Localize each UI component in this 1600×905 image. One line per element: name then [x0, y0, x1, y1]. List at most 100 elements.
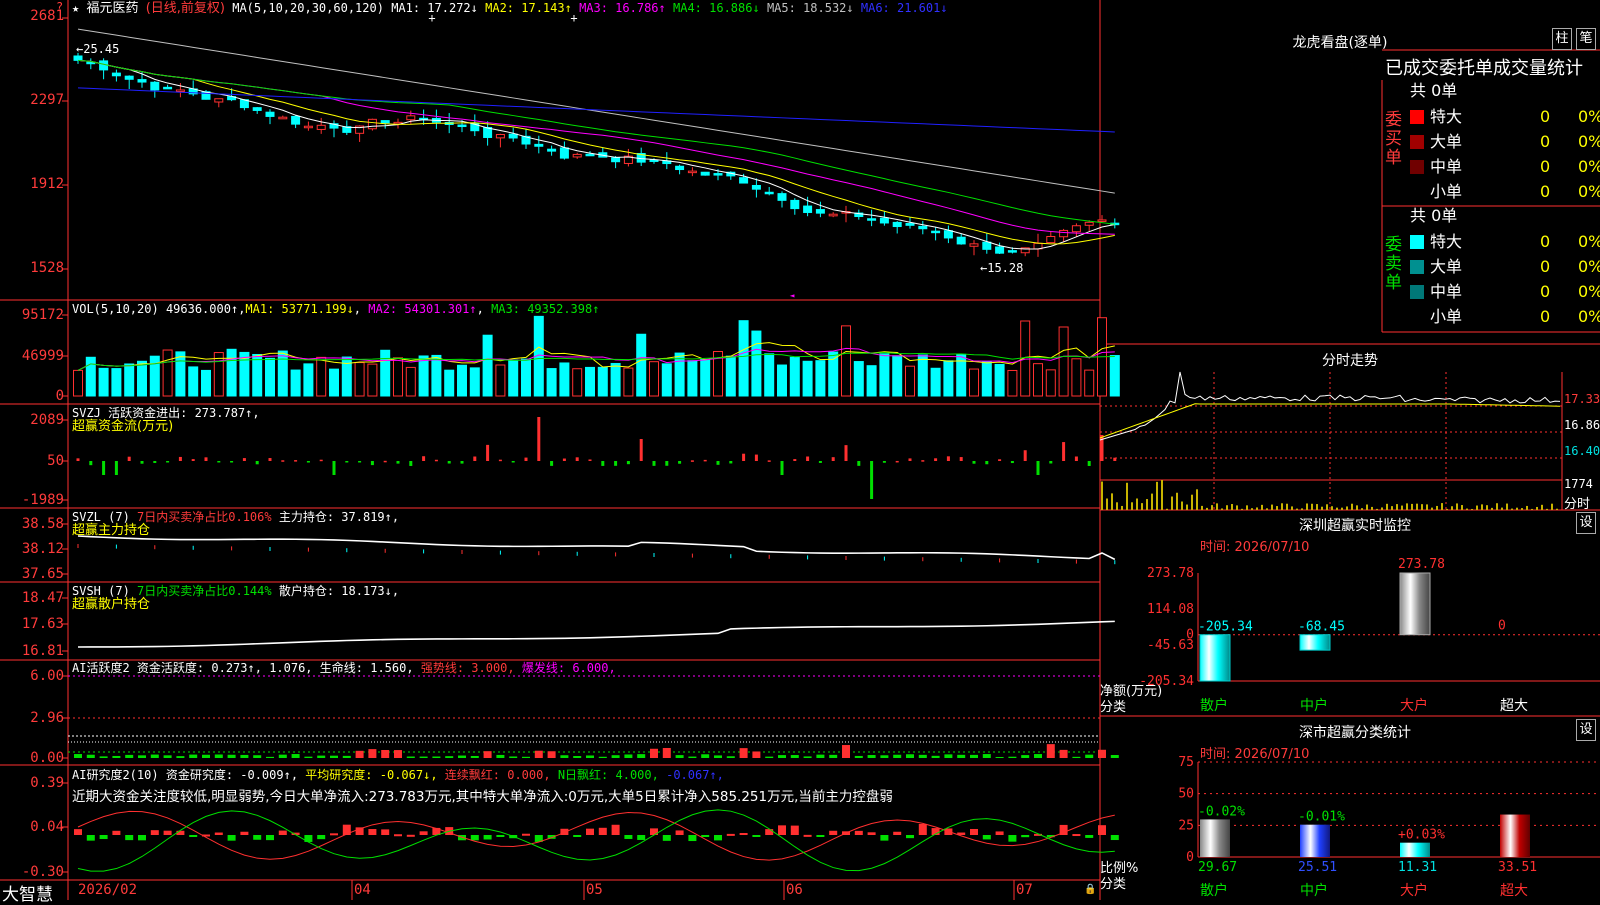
activity-bar [573, 756, 582, 758]
volume-bar [892, 355, 903, 397]
flow-bar [908, 458, 912, 461]
color-swatch-icon [1410, 310, 1424, 324]
brand-label[interactable]: 大智慧 [2, 880, 53, 905]
ma3-value: MA3: 16.786↑ [579, 1, 666, 15]
candle-body [828, 213, 838, 217]
flow-bar [281, 460, 285, 462]
ai2-research: 资金研究度: -0.009↑, [165, 768, 299, 782]
activity-bar [291, 754, 300, 758]
activity-bar [560, 755, 569, 758]
candle-body [969, 243, 979, 247]
activity-bar [906, 754, 914, 758]
activity-bar [854, 755, 863, 758]
szfl-bar [1500, 814, 1530, 857]
order-count: 0 [1540, 107, 1551, 126]
candle-body [124, 75, 134, 80]
date-label: 07 [1016, 882, 1033, 898]
tab-orders[interactable]: 委托单 [1439, 58, 1493, 79]
activity-bar [598, 756, 607, 758]
szjk-settings-button[interactable]: 设 [1576, 512, 1596, 534]
flow-bar [946, 456, 950, 461]
ai2-summary-note: 近期大资金关注度较低,明显弱势,今日大单净流入:273.783万元,其中特大单净… [72, 789, 893, 805]
color-swatch-icon [1410, 110, 1424, 124]
research-bar [112, 830, 121, 835]
vol-ma2: MA2: 54301.301↑ [368, 302, 477, 316]
volume-bar [98, 367, 109, 397]
activity-bar [419, 756, 428, 758]
chart-canvas[interactable]: + +◄273.78114.080-45.63-205.34-205.34散户-6… [0, 0, 1600, 900]
svsh-legend: SVSH (7) 7日内买卖净占比0.144% 散户持仓: 18.173↓, [72, 584, 399, 598]
activity-bar [995, 756, 1004, 758]
price-axis-label: 2681 [30, 8, 64, 24]
order-count: 0 [1540, 257, 1551, 276]
candle-body [406, 115, 416, 121]
activity-bar [458, 755, 466, 758]
tick-mode-button[interactable]: 笔 [1576, 28, 1596, 50]
order-size-label: 中单 [1430, 282, 1463, 301]
tab-volume-stats[interactable]: 成交量统计 [1493, 58, 1583, 79]
order-percent: 0% [1578, 257, 1600, 276]
volume-bar [162, 349, 173, 397]
period-label[interactable]: (日线,前复权) [146, 1, 225, 16]
svsh-subtitle: 超赢散户持仓 [72, 597, 151, 612]
candle-body [713, 173, 723, 176]
volume-bar [687, 360, 698, 397]
activity-bar [1072, 756, 1081, 758]
flow-bar [716, 461, 720, 465]
szfl-bar-value: 33.51 [1498, 860, 1537, 875]
research-bar [240, 831, 249, 835]
color-swatch-icon [1410, 160, 1424, 174]
flow-bar [882, 461, 886, 463]
flow-bar [575, 457, 579, 461]
svzl-axis-label: 38.12 [21, 541, 64, 557]
activity-bar [112, 755, 121, 758]
volume-bar [111, 368, 122, 397]
research-bar [227, 835, 236, 841]
flow-bar [985, 461, 989, 465]
activity-bar [278, 754, 287, 758]
szjk-axis-label: 114.08 [1147, 602, 1194, 617]
flow-bar [614, 461, 618, 466]
sell-total: 共 0单 [1410, 206, 1458, 225]
research-bar [483, 835, 492, 840]
vol-axis-label: 46999 [21, 348, 64, 364]
research-bar [637, 835, 646, 840]
flow-bar [959, 457, 963, 461]
flow-bar [588, 459, 592, 461]
research-bar [1110, 835, 1119, 841]
activity-bar [662, 747, 671, 758]
activity-bar [509, 756, 518, 758]
ma-line [77, 59, 1115, 250]
volume-bar [137, 360, 147, 397]
lock-icon[interactable]: 🔒 [1084, 884, 1096, 895]
activity-bar [842, 745, 850, 758]
order-size-row: 特大 [1410, 106, 1462, 128]
szjk-category-label: 中户 [1300, 697, 1328, 714]
tab-executed[interactable]: 已成交 [1385, 58, 1439, 79]
stock-name[interactable]: 福元医药 [86, 1, 138, 16]
candle-body [892, 221, 902, 228]
ai1-strong: 强势线: 3.000, [420, 661, 515, 675]
price-axis-label: 2297 [30, 92, 64, 108]
flow-bar [703, 459, 707, 462]
szjk-bar [1399, 572, 1431, 636]
activity-bar [534, 750, 543, 758]
flow-bar [242, 458, 246, 461]
svzl-title: SVZL (7) [72, 510, 130, 524]
svzj-legend: SVZJ 活跃资金进出: 273.787↑, [72, 406, 260, 420]
star-icon[interactable]: ★ [72, 1, 79, 15]
svsh-value: 散户持仓: 18.173↓, [278, 584, 400, 598]
ai2-nday: N日飘红: 4.000, [557, 768, 659, 782]
bar-mode-button[interactable]: 柱 [1552, 28, 1572, 50]
szjk-bar-value: 273.78 [1398, 557, 1445, 572]
activity-bar [611, 755, 620, 758]
activity-bar [675, 755, 684, 758]
research-bar [739, 833, 748, 836]
volume-bar [777, 364, 787, 397]
volume-bar [841, 325, 851, 397]
szfl-settings-button[interactable]: 设 [1576, 719, 1596, 741]
szfl-bar-pct: -0.01% [1298, 810, 1345, 825]
research-bar [726, 833, 735, 836]
activity-bar [944, 754, 953, 758]
ma6-value: MA6: 21.601↓ [860, 1, 948, 15]
